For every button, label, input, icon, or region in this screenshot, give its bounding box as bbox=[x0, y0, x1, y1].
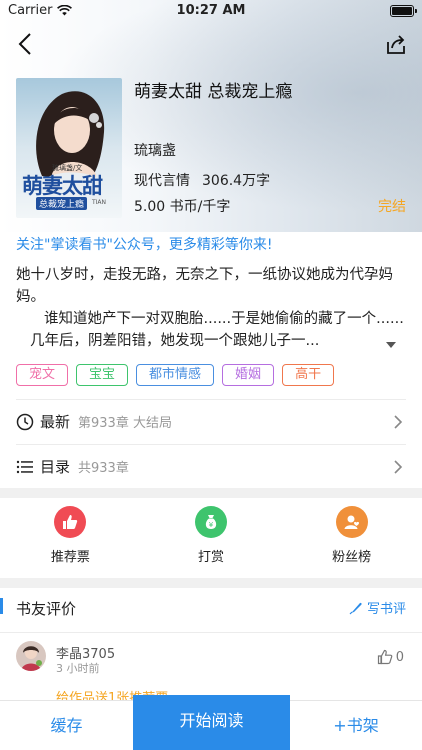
fans-rank-button[interactable]: 粉丝榜 bbox=[281, 506, 422, 576]
review-section-title: 书友评价 bbox=[16, 600, 77, 618]
latest-chapter-title: 第933章 大结局 bbox=[78, 416, 172, 431]
recommend-ticket-button[interactable]: 推荐票 bbox=[0, 506, 141, 576]
catalog-row[interactable]: 目录 共933章 bbox=[16, 444, 406, 488]
follow-notice-link[interactable]: 关注"掌读看书"公众号，更多精彩等你来! bbox=[16, 234, 273, 254]
expand-intro-icon[interactable] bbox=[386, 342, 396, 348]
reward-label: 打赏 bbox=[198, 550, 225, 565]
status-bar: Carrier 10:27 AM bbox=[0, 0, 422, 22]
share-button[interactable] bbox=[384, 32, 408, 56]
intro-line-2: 谁知道她产下一对双胞胎......于是她偷偷的藏了一个...... bbox=[44, 311, 404, 327]
cache-button[interactable]: 缓存 bbox=[0, 701, 133, 750]
book-cover[interactable]: 琉璃盏/文 萌妻太甜 总裁宠上瘾 TIAN bbox=[16, 78, 122, 218]
reward-button[interactable]: ¥ 打赏 bbox=[141, 506, 282, 576]
thumbs-up-icon bbox=[54, 506, 87, 538]
tag-item[interactable]: 都市情感 bbox=[136, 364, 215, 386]
tag-item[interactable]: 宠文 bbox=[16, 364, 69, 386]
book-status-badge: 完结 bbox=[378, 199, 406, 215]
share-icon bbox=[387, 35, 405, 54]
fans-icon bbox=[335, 506, 368, 538]
section-divider bbox=[0, 578, 422, 588]
battery-icon bbox=[390, 5, 417, 17]
book-price: 5.00 书币/千字 bbox=[134, 199, 231, 215]
book-word-count: 306.4万字 bbox=[202, 173, 271, 189]
money-bag-icon: ¥ bbox=[195, 506, 227, 538]
chevron-right-icon bbox=[394, 415, 403, 429]
latest-chapter-row[interactable]: 最新 第933章 大结局 bbox=[16, 399, 406, 443]
section-divider bbox=[0, 488, 422, 498]
avatar[interactable] bbox=[16, 641, 46, 671]
write-review-label: 写书评 bbox=[366, 602, 406, 617]
clock-icon bbox=[16, 413, 34, 430]
latest-label: 最新 bbox=[40, 413, 71, 431]
bottom-bar: 缓存 开始阅读 +书架 bbox=[0, 695, 422, 750]
book-author[interactable]: 琉璃盏 bbox=[134, 140, 176, 160]
start-reading-button[interactable]: 开始阅读 bbox=[133, 695, 290, 750]
cover-title-text: 萌妻太甜 bbox=[22, 173, 103, 198]
add-to-shelf-button[interactable]: +书架 bbox=[290, 701, 422, 750]
tag-list: 宠文 宝宝 都市情感 婚姻 高干 bbox=[16, 364, 335, 386]
like-button[interactable]: 0 bbox=[377, 649, 404, 665]
cover-subtitle-text: 总裁宠上瘾 bbox=[36, 197, 88, 210]
chevron-left-icon bbox=[18, 33, 31, 55]
book-meta: 现代言情 306.4万字 bbox=[134, 170, 270, 190]
write-review-button[interactable]: 写书评 bbox=[349, 598, 406, 617]
review-section-header: 书友评价 写书评 bbox=[0, 592, 422, 626]
book-genre: 现代言情 bbox=[134, 173, 190, 189]
catalog-label: 目录 bbox=[40, 458, 71, 476]
recommend-ticket-label: 推荐票 bbox=[50, 550, 90, 565]
review-item[interactable]: 李晶3705 3 小时前 0 给作品送1张推荐票 bbox=[0, 632, 422, 706]
intro-line-1: 她十八岁时，走投无路，无奈之下，一纸协议她成为代孕妈妈。 bbox=[16, 267, 393, 305]
intro-line-3: 几年后，阴差阳错，她发现一个跟她儿子一... bbox=[30, 333, 320, 349]
tag-item[interactable]: 宝宝 bbox=[76, 364, 129, 386]
status-time: 10:27 AM bbox=[176, 3, 246, 18]
catalog-count: 共933章 bbox=[78, 461, 129, 476]
svg-text:¥: ¥ bbox=[209, 521, 214, 529]
list-icon bbox=[16, 460, 33, 473]
tag-item[interactable]: 高干 bbox=[282, 364, 335, 386]
review-time: 3 小时前 bbox=[56, 662, 100, 675]
book-title: 萌妻太甜 总裁宠上瘾 bbox=[134, 82, 293, 102]
like-count: 0 bbox=[395, 649, 404, 665]
cover-tian-text: TIAN bbox=[92, 199, 107, 206]
action-bar: 推荐票 ¥ 打赏 粉丝榜 bbox=[0, 506, 422, 576]
back-button[interactable] bbox=[12, 30, 40, 58]
tag-item[interactable]: 婚姻 bbox=[222, 364, 275, 386]
chevron-right-icon bbox=[394, 460, 403, 474]
thumbs-up-outline-icon bbox=[377, 649, 393, 665]
book-intro[interactable]: 她十八岁时，走投无路，无奈之下，一纸协议她成为代孕妈妈。 谁知道她产下一对双胞胎… bbox=[16, 264, 406, 352]
section-accent-bar bbox=[0, 598, 3, 614]
pen-icon bbox=[349, 602, 362, 614]
fans-rank-label: 粉丝榜 bbox=[332, 550, 372, 565]
